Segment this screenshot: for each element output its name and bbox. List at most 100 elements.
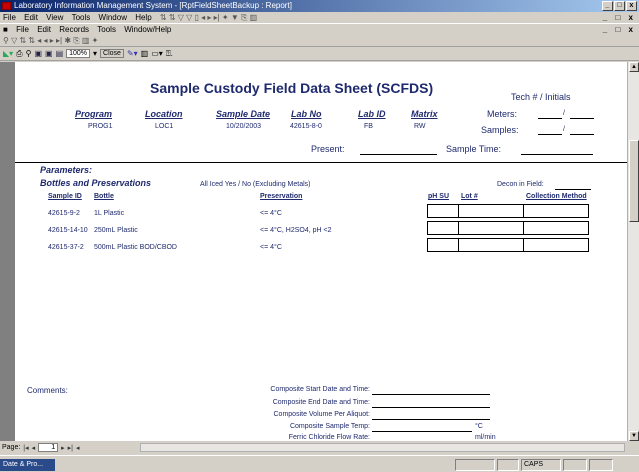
report-title: Sample Custody Field Data Sheet (SCFDS): [150, 80, 434, 96]
row1-ph-cell: [427, 204, 459, 218]
previous-page-button[interactable]: ◂: [32, 444, 36, 452]
filter-icons: ⚲ ▽ ⇅ ⇅ ◂ ◂ ▸ ▸| ✱ ⎘ ▥ ✦: [3, 35, 99, 45]
matrix-value: RW: [414, 123, 426, 130]
zoom-dropdown-icon[interactable]: ▾: [93, 49, 97, 58]
child-menu-tools[interactable]: Tools: [94, 25, 119, 34]
mdi-close-button[interactable]: x: [626, 13, 636, 22]
menu-window[interactable]: Window: [96, 13, 130, 22]
page-navigation-bar: Page: |◂ ◂ 1 ▸ ▸| ◂: [0, 441, 639, 454]
app-icon: [2, 2, 11, 10]
mdi-restore-button[interactable]: □: [612, 13, 623, 22]
office-links-icon[interactable]: ✎▾: [127, 49, 138, 58]
help-icon[interactable]: ⍰.: [166, 49, 173, 59]
sample-time-blank: [521, 154, 593, 155]
database-window-icon[interactable]: ▥: [141, 49, 149, 58]
mdi-minimize-button[interactable]: _: [600, 13, 610, 22]
minimize-button[interactable]: _: [602, 1, 613, 11]
new-object-icon[interactable]: ▭▾: [151, 49, 163, 58]
row2-lot-cell: [458, 221, 524, 235]
col-collection-method: Collection Method: [526, 193, 587, 200]
child-close-button[interactable]: x: [626, 25, 636, 34]
sample-date-value: 10/20/2003: [226, 123, 262, 130]
vertical-scrollbar[interactable]: ▲ ▼: [627, 62, 639, 441]
window-title: Laboratory Information Management System…: [14, 1, 292, 10]
child-menu-edit[interactable]: Edit: [34, 25, 54, 34]
row1-sample-id: 42615-9-2: [48, 210, 80, 217]
menu-tools[interactable]: Tools: [69, 13, 94, 22]
menu-help[interactable]: Help: [132, 13, 154, 22]
row1-collection-cell: [523, 204, 589, 218]
child-menu-file[interactable]: File: [13, 25, 32, 34]
tech-initials-label: Tech # / Initials: [511, 92, 571, 102]
samples-slash: /: [563, 126, 565, 133]
menu-file[interactable]: File: [0, 13, 19, 22]
multiple-pages-icon[interactable]: ▤: [56, 49, 64, 58]
design-view-icon[interactable]: ◣▾: [3, 49, 13, 58]
scroll-down-arrow[interactable]: ▼: [629, 431, 639, 441]
horizontal-scrollbar[interactable]: [140, 443, 625, 452]
status-panel-4: [563, 459, 587, 471]
menu-bar: File Edit View Tools Window Help ⇅ ⇅ ▽ ▽…: [0, 12, 639, 23]
composite-start-blank: [372, 394, 490, 395]
h-scroll-left-arrow[interactable]: ◂: [76, 444, 80, 452]
composite-temp-blank: [372, 431, 472, 432]
form-icon: ■: [3, 25, 8, 34]
col-ph-su: pH SU: [428, 193, 449, 200]
two-pages-icon[interactable]: ▣: [45, 49, 53, 58]
all-iced-label: All Iced Yes / No (Excluding Metals): [200, 181, 311, 188]
first-page-button[interactable]: |◂: [23, 444, 28, 452]
row1-lot-cell: [458, 204, 524, 218]
child-restore-button[interactable]: □: [612, 25, 623, 34]
samples-label: Samples:: [481, 125, 519, 135]
meters-blank-1: [538, 118, 562, 119]
row3-ph-cell: [427, 238, 459, 252]
page-number-input[interactable]: 1: [38, 443, 59, 452]
close-preview-button[interactable]: Close: [100, 49, 124, 58]
minimized-window-button[interactable]: Date & Pro...: [0, 459, 55, 471]
samples-blank-1: [538, 134, 562, 135]
row2-sample-id: 42615-14-10: [48, 227, 88, 234]
sample-date-header: Sample Date: [216, 109, 271, 119]
row3-collection-cell: [523, 238, 589, 252]
child-menu-bar: ■ File Edit Records Tools Window/Help _ …: [0, 23, 639, 34]
row2-preservation: <= 4°C, H2SO4, pH <2: [260, 227, 332, 234]
next-page-button[interactable]: ▸: [61, 444, 65, 452]
bottles-preservations-label: Bottles and Preservations: [40, 178, 152, 188]
sample-time-label: Sample Time:: [446, 144, 502, 154]
row2-ph-cell: [427, 221, 459, 235]
header-divider: [15, 162, 627, 163]
menu-view[interactable]: View: [43, 13, 66, 22]
row3-lot-cell: [458, 238, 524, 252]
close-button[interactable]: x: [626, 1, 637, 11]
row3-bottle: 500mL Plastic BOD/CBOD: [94, 244, 177, 251]
record-nav-icons: ⇅ ⇅ ▽ ▽ ▯ ◂ ▸ ▸| ✦ ▼ ⎘ ▥: [159, 13, 258, 22]
last-page-button[interactable]: ▸|: [68, 444, 73, 452]
vertical-scroll-thumb[interactable]: [629, 140, 639, 222]
scroll-up-arrow[interactable]: ▲: [629, 62, 639, 72]
meters-blank-2: [570, 118, 594, 119]
page-label: Page:: [2, 444, 21, 451]
location-header: Location: [145, 109, 183, 119]
parameters-label: Parameters:: [40, 165, 93, 175]
maximize-button[interactable]: □: [614, 1, 625, 11]
col-bottle: Bottle: [94, 193, 114, 200]
row1-preservation: <= 4°C: [260, 210, 282, 217]
col-preservation: Preservation: [260, 193, 303, 200]
zoom-select[interactable]: 100%: [66, 49, 91, 58]
print-icon[interactable]: ⎙: [16, 49, 22, 59]
one-page-icon[interactable]: ▣: [34, 49, 42, 58]
child-menu-records[interactable]: Records: [56, 25, 92, 34]
title-bar: Laboratory Information Management System…: [0, 0, 639, 12]
ferric-chloride-label: Ferric Chloride Flow Rate:: [288, 434, 370, 441]
col-lot: Lot #: [461, 193, 478, 200]
composite-volume-label: Composite Volume Per Aliquot:: [273, 411, 371, 418]
child-menu-window-help[interactable]: Window/Help: [121, 25, 174, 34]
child-minimize-button[interactable]: _: [600, 25, 610, 34]
row3-sample-id: 42615-37-2: [48, 244, 84, 251]
status-panel-1: [455, 459, 495, 471]
lab-no-header: Lab No: [291, 109, 322, 119]
program-value: PROG1: [88, 123, 113, 130]
row1-bottle: 1L Plastic: [94, 210, 125, 217]
zoom-icon[interactable]: ⚲: [26, 49, 32, 58]
menu-edit[interactable]: Edit: [21, 13, 41, 22]
